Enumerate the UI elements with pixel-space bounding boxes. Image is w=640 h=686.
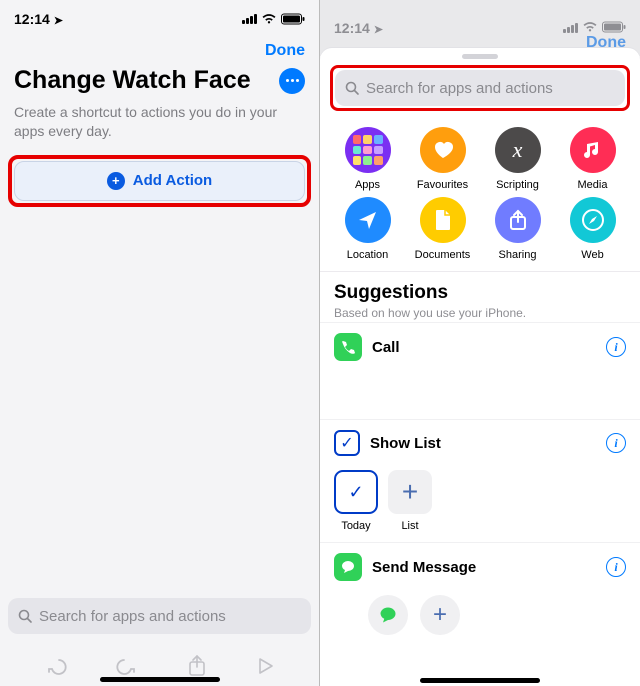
add-action-button[interactable]: + Add Action [14, 161, 305, 201]
category-sharing[interactable]: Sharing [480, 197, 555, 261]
search-highlight: Search for apps and actions [330, 65, 630, 111]
wifi-icon [261, 13, 277, 25]
page-description: Create a shortcut to actions you do in y… [0, 103, 319, 155]
chip-list[interactable]: + List [388, 470, 432, 532]
page-title: Change Watch Face [14, 66, 269, 95]
undo-button[interactable] [45, 655, 67, 677]
category-web[interactable]: Web [555, 197, 630, 261]
cellular-icon [242, 14, 257, 24]
sheet-grabber[interactable] [462, 54, 498, 59]
add-action-label: Add Action [133, 172, 212, 189]
search-icon [18, 609, 33, 624]
status-bar: 12:14 ➤ [0, 0, 319, 38]
status-indicators [242, 13, 305, 25]
checked-today-icon: ✓ [334, 470, 378, 514]
suggestion-show-list[interactable]: ✓ Show List i [320, 419, 640, 466]
category-apps[interactable]: Apps [330, 127, 405, 191]
search-placeholder: Search for apps and actions [39, 608, 226, 625]
heart-icon [420, 127, 466, 173]
music-icon [570, 127, 616, 173]
phone-icon [334, 333, 362, 361]
add-action-highlight: + Add Action [8, 155, 311, 207]
suggestions-title: Suggestions [334, 282, 626, 304]
done-button[interactable]: Done [265, 42, 305, 60]
scripting-icon: x [495, 127, 541, 173]
search-icon [345, 81, 360, 96]
share-button[interactable] [187, 654, 207, 678]
category-media[interactable]: Media [555, 127, 630, 191]
category-documents[interactable]: Documents [405, 197, 480, 261]
message-contact-add[interactable]: + [420, 595, 460, 635]
info-button[interactable]: i [606, 557, 626, 577]
more-button[interactable] [279, 68, 305, 94]
bottom-toolbar [0, 654, 319, 678]
home-indicator[interactable] [420, 678, 540, 683]
document-icon [420, 197, 466, 243]
play-button[interactable] [256, 657, 274, 675]
info-button[interactable]: i [606, 433, 626, 453]
cellular-icon [563, 23, 578, 33]
checkbox-icon: ✓ [334, 430, 360, 456]
battery-icon [281, 13, 305, 25]
compass-icon [570, 197, 616, 243]
location-icon [345, 197, 391, 243]
share-icon [495, 197, 541, 243]
suggestions-header: Suggestions Based on how you use your iP… [320, 272, 640, 322]
status-time: 12:14 ➤ [14, 11, 63, 27]
search-input[interactable]: Search for apps and actions [8, 598, 311, 634]
plus-icon: + [388, 470, 432, 514]
suggestion-call[interactable]: Call i [320, 322, 640, 371]
messages-icon [334, 553, 362, 581]
plus-circle-icon: + [107, 172, 125, 190]
category-location[interactable]: Location [330, 197, 405, 261]
message-contact-1[interactable] [368, 595, 408, 635]
apps-icon [345, 127, 391, 173]
search-placeholder: Search for apps and actions [366, 80, 553, 97]
category-scripting[interactable]: x Scripting [480, 127, 555, 191]
chip-today[interactable]: ✓ Today [334, 470, 378, 532]
search-input[interactable]: Search for apps and actions [335, 70, 625, 106]
info-button[interactable]: i [606, 337, 626, 357]
home-indicator[interactable] [100, 677, 220, 682]
action-sheet: Search for apps and actions Apps Favouri… [320, 48, 640, 686]
suggestions-subtitle: Based on how you use your iPhone. [334, 306, 626, 320]
suggestion-send-message[interactable]: Send Message i [320, 542, 640, 591]
category-favourites[interactable]: Favourites [405, 127, 480, 191]
redo-button[interactable] [116, 655, 138, 677]
